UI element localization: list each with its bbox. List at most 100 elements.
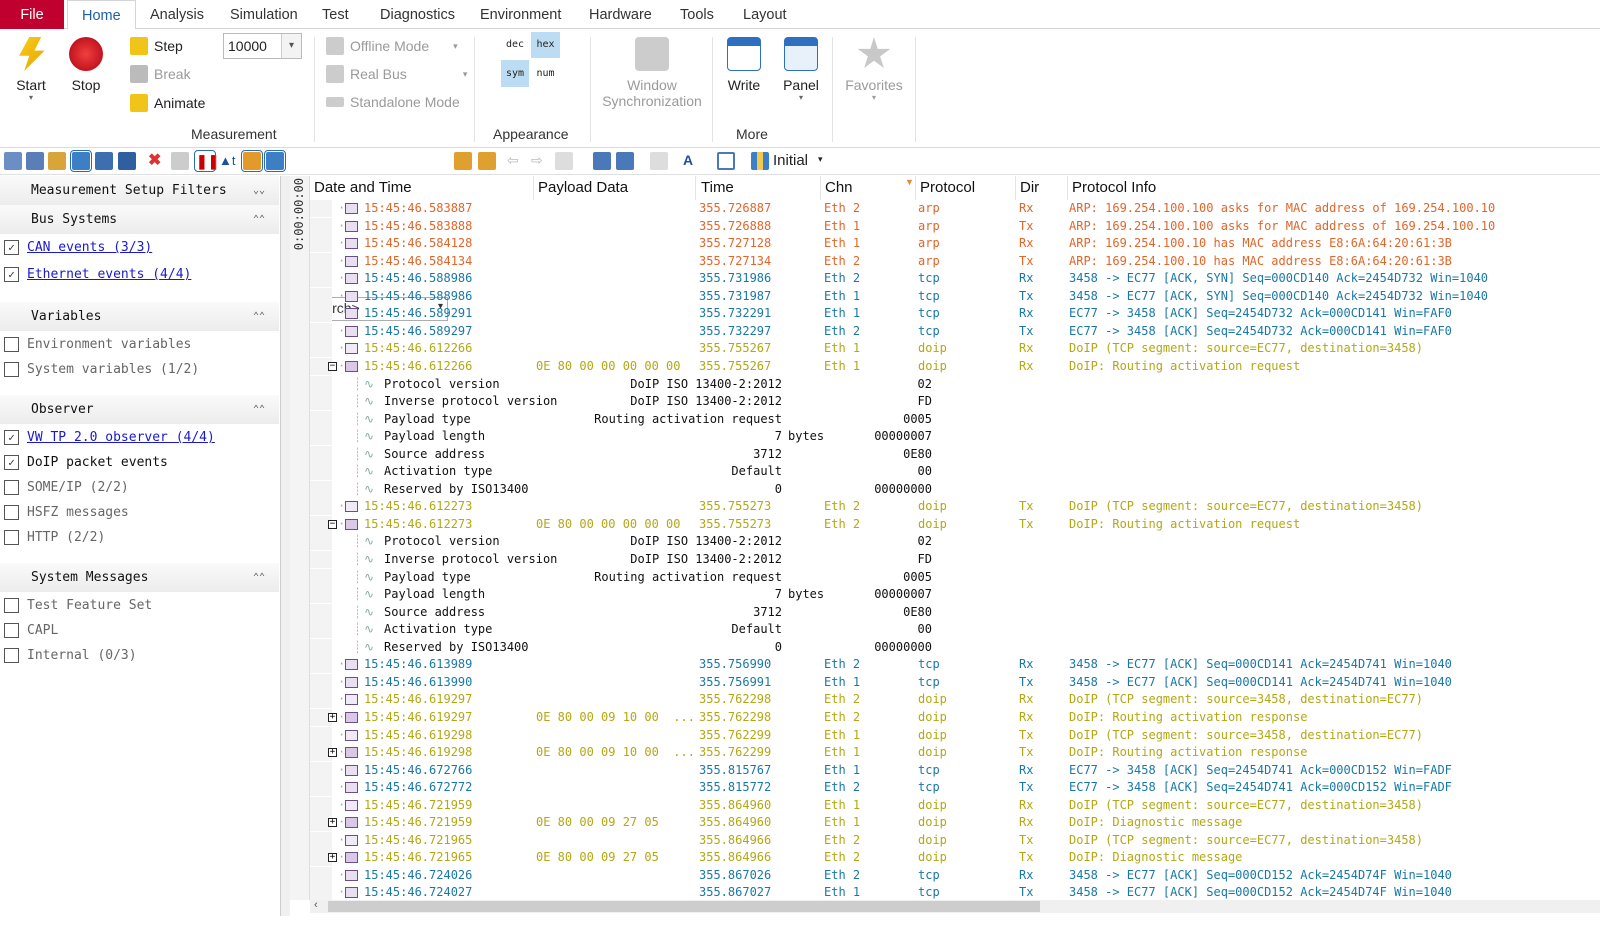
sym-button[interactable]: sym [501,60,529,87]
filter-item[interactable]: ✓ DoIP packet events [4,455,168,470]
checkbox[interactable]: ✓ [4,455,19,470]
tab-analysis[interactable]: Analysis [148,0,206,29]
checkbox[interactable]: ✓ [4,267,19,282]
filter-item[interactable]: ✓ Ethernet events (4/4) [4,267,191,282]
find-next-icon[interactable] [478,152,496,170]
table-row[interactable]: ··15:45:46.613989355.756990Eth 2tcpRx345… [310,656,1600,674]
step-button[interactable]: Step [130,37,183,55]
table-row[interactable]: ··15:45:46.589297355.732297Eth 2tcpTxEC7… [310,322,1600,341]
filter-item[interactable]: Internal (0/3) [4,648,137,663]
checkbox[interactable] [4,648,19,663]
scroll-left-icon[interactable]: ‹ [314,899,318,911]
table-row[interactable]: −··15:45:46.6122730E 80 00 00 00 00 0035… [310,515,1600,534]
layout-selector[interactable]: Initial [773,152,808,169]
tab-file[interactable]: File [0,0,64,29]
signal-row[interactable]: ┊ ∿ Activation type Default 00 [310,463,1600,481]
signal-row[interactable]: ┊ ∿ Activation type Default 00 [310,621,1600,639]
step-count-value[interactable]: 10000 [224,34,281,58]
layout-columns-icon[interactable] [751,152,769,170]
table-row[interactable]: ··15:45:46.588986355.731986Eth 2tcpRx345… [310,270,1600,288]
checkbox[interactable] [4,480,19,495]
chevron-double-up-icon[interactable]: ⌃⌃ [253,205,265,234]
chevron-double-up-icon[interactable]: ⌃⌃ [253,563,265,592]
splitter-handle[interactable] [280,176,290,916]
num-button[interactable]: num [531,60,560,87]
autoscroll-icon[interactable] [241,150,263,172]
section-header[interactable]: System Messages ⌃⌃ [0,563,279,592]
hex-button[interactable]: hex [531,32,560,58]
filter-item[interactable]: HTTP (2/2) [4,530,105,545]
collapse-icon[interactable]: − [328,519,337,529]
section-header[interactable]: Observer ⌃⌃ [0,395,279,424]
section-header[interactable]: Bus Systems ⌃⌃ [0,205,279,234]
filter-item-label[interactable]: Ethernet events (4/4) [27,267,191,282]
col-header-payload[interactable]: Payload Data [534,176,696,200]
break-button[interactable]: Break [130,65,191,83]
expand-icon[interactable]: + [328,712,337,722]
panel-button[interactable]: Panel ▾ [780,37,822,102]
start-button[interactable]: Start ▾ [10,37,52,102]
favorites-button[interactable]: Favorites ▾ [842,37,906,102]
checkbox[interactable] [4,505,19,520]
checkbox[interactable] [4,623,19,638]
filter-item[interactable]: Environment variables [4,337,191,352]
window-icon[interactable] [593,152,611,170]
binoculars-icon[interactable] [118,152,136,170]
table-row[interactable]: ··15:45:46.589291355.732291Eth 1tcpRxEC7… [310,305,1600,323]
table-row[interactable]: +··15:45:46.6192970E 80 00 09 10 00 ...3… [310,708,1600,727]
table-row[interactable]: ··15:45:46.584128355.727128Eth 1arpRxARP… [310,235,1600,253]
table-row[interactable]: ··15:45:46.721959355.864960Eth 1doipRxDo… [310,796,1600,815]
clear-icon[interactable]: ✖ [148,152,166,170]
dec-button[interactable]: dec [501,32,529,58]
statistics-icon[interactable] [26,152,44,170]
filter-view-icon[interactable] [264,150,286,172]
checkbox[interactable] [4,530,19,545]
table-row[interactable]: ··15:45:46.672766355.815767Eth 1tcpRxEC7… [310,761,1600,780]
layout-icon[interactable] [717,152,735,170]
table-row[interactable]: ··15:45:46.613990355.756991Eth 1tcpTx345… [310,673,1600,692]
table-row[interactable]: ··15:45:46.724027355.867027Eth 1tcpTx345… [310,884,1600,900]
arrow-right-icon[interactable]: ⇨ [531,152,549,170]
measurement-setup-filters-header[interactable]: Measurement Setup Filters ⌄⌄ [0,176,279,205]
filter-item[interactable]: System variables (1/2) [4,362,199,377]
chevron-down-icon[interactable]: ▾ [281,34,301,58]
table-row[interactable]: ··15:45:46.672772355.815772Eth 2tcpTxEC7… [310,779,1600,797]
signal-row[interactable]: ┊ ∿ Protocol version DoIP ISO 13400-2:2012 0… [310,375,1600,394]
col-header-time[interactable]: Time [697,176,821,200]
checkbox[interactable] [4,362,19,377]
col-header-channel[interactable]: Chn [821,176,916,200]
signal-row[interactable]: ┊ ∿ Payload length 7 bytes 00000007 [310,586,1600,604]
scrollbar-thumb[interactable] [328,901,1040,912]
arrow-left-icon[interactable]: ⇦ [507,152,525,170]
chevron-double-up-icon[interactable]: ⌃⌃ [253,395,265,424]
table-row[interactable]: ··15:45:46.612266355.755267Eth 1doipRxDo… [310,340,1600,358]
table-row[interactable]: ··15:45:46.721965355.864966Eth 2doipTxDo… [310,831,1600,850]
tab-layout[interactable]: Layout [741,0,789,29]
tab-home[interactable]: Home [67,0,136,30]
filter-remove-icon[interactable] [95,152,113,170]
expand-collapse-icon[interactable] [48,152,66,170]
table-row[interactable]: +··15:45:46.7219590E 80 00 09 27 05355.8… [310,814,1600,832]
table-row[interactable]: ··15:45:46.584134355.727134Eth 2arpTxARP… [310,252,1600,271]
expand-icon[interactable]: + [328,748,337,758]
filter-item[interactable]: ✓ CAN events (3/3) [4,240,152,255]
filter-item[interactable]: HSFZ messages [4,505,129,520]
trace-config-icon[interactable] [4,152,22,170]
export-icon[interactable] [616,152,634,170]
filter-item[interactable]: Test Feature Set [4,598,152,613]
section-header[interactable]: Variables ⌃⌃ [0,302,279,331]
collapse-icon[interactable]: − [328,361,337,371]
tab-simulation[interactable]: Simulation [228,0,300,29]
signal-row[interactable]: ┊ ∿ Payload type Routing activation request… [310,568,1600,587]
table-row[interactable]: ··15:45:46.612273355.755273Eth 2doipTxDo… [310,498,1600,516]
table-row[interactable]: ··15:45:46.619298355.762299Eth 1doipTxDo… [310,726,1600,745]
tab-environment[interactable]: Environment [478,0,563,29]
checkbox[interactable] [4,598,19,613]
time-mode-icon[interactable]: ▲t [219,152,237,170]
step-count-combo[interactable]: 10000 ▾ [223,33,302,59]
pause-icon[interactable]: ❚❚ [194,150,219,172]
signal-row[interactable]: ┊ ∿ Source address 3712 0E80 [310,603,1600,622]
signal-row[interactable]: ┊ ∿ Source address 3712 0E80 [310,445,1600,464]
table-row[interactable]: −··15:45:46.6122660E 80 00 00 00 00 0035… [310,357,1600,376]
tab-test[interactable]: Test [320,0,351,29]
